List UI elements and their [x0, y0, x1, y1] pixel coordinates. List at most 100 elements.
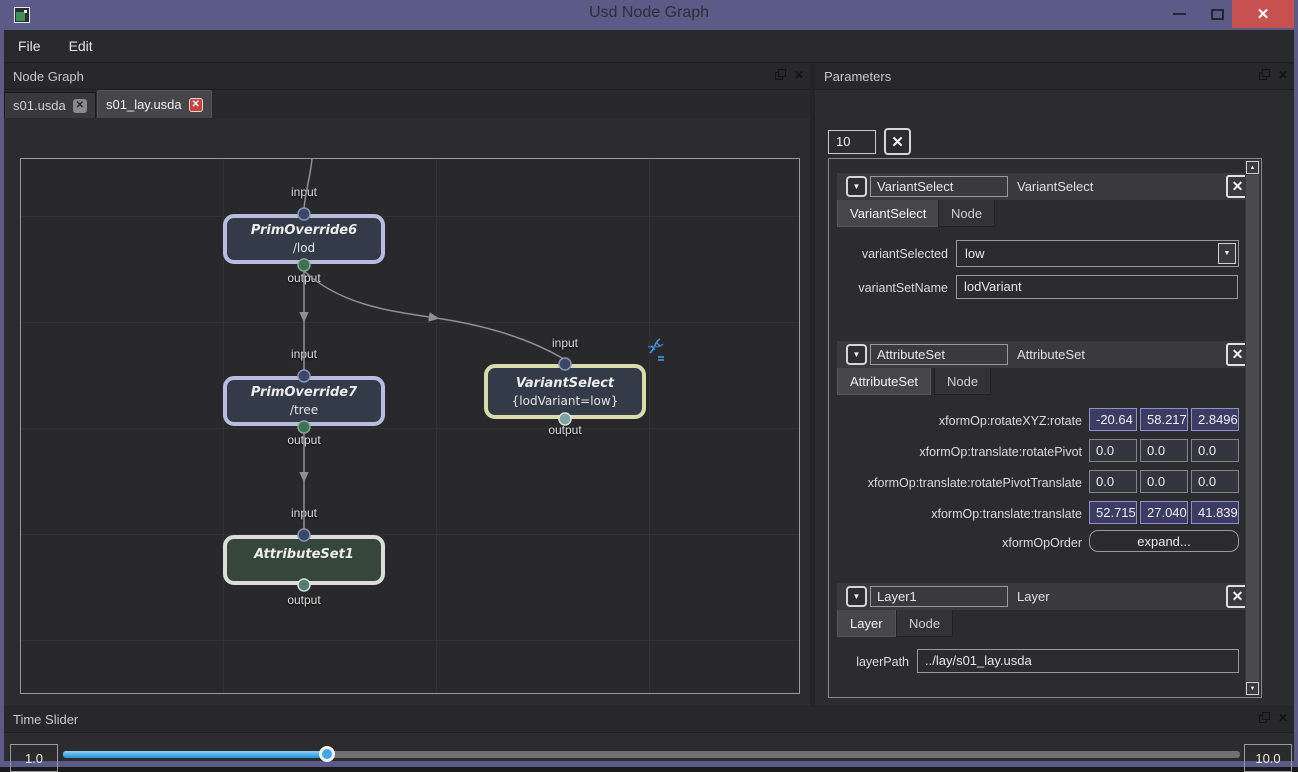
translate-x-input[interactable]: 52.715 — [1089, 501, 1137, 524]
collapse-arrow-icon[interactable]: ▼ — [846, 586, 867, 607]
node-subtitle: /lod — [292, 241, 316, 255]
tab-close-icon[interactable]: ✕ — [72, 98, 87, 113]
collapse-arrow-icon[interactable]: ▼ — [846, 176, 867, 197]
group-name-input[interactable]: AttributeSet — [870, 344, 1008, 365]
tab-layer[interactable]: Layer — [837, 610, 896, 637]
time-slider-dock-title-text: Time Slider — [13, 712, 79, 727]
tab-s01-lay-usda[interactable]: s01_lay.usda ✕ — [97, 90, 212, 118]
node-title: AttributeSet1 — [254, 547, 354, 562]
parameters-dock: Parameters ✕ 10 ✕ ▼ VariantSelect Varian… — [815, 64, 1294, 706]
node-title: PrimOverride6 — [250, 223, 358, 238]
node-title: PrimOverride7 — [250, 385, 358, 400]
node-graph-dock-title-text: Node Graph — [13, 69, 84, 84]
close-button[interactable]: ✕ — [1232, 0, 1294, 28]
menu-file[interactable]: File — [4, 30, 55, 63]
translate-y-input[interactable]: 27.040 — [1140, 501, 1188, 524]
tab-label: s01.usda — [13, 98, 66, 113]
vertical-scrollbar[interactable]: ▲ ▼ — [1245, 160, 1260, 696]
group-name-input[interactable]: VariantSelect — [870, 176, 1008, 197]
clear-filter-button[interactable]: ✕ — [884, 128, 911, 155]
group-name-input[interactable]: Layer1 — [870, 586, 1008, 607]
rotate-y-input[interactable]: 58.217 — [1140, 408, 1188, 431]
rotatepivottranslate-z-input[interactable]: 0.0 — [1191, 470, 1239, 493]
variantselected-combobox[interactable]: low ▼ — [956, 240, 1239, 267]
expand-button[interactable]: expand... — [1089, 530, 1239, 552]
rotate-z-input[interactable]: 2.8496 — [1191, 408, 1239, 431]
variantsetname-input[interactable]: lodVariant — [956, 275, 1238, 299]
rotatepivot-x-input[interactable]: 0.0 — [1089, 439, 1137, 462]
tab-node[interactable]: Node — [896, 610, 954, 637]
tab-attributeset[interactable]: AttributeSet — [837, 368, 931, 395]
port-label-output: output — [287, 271, 321, 285]
port-label-output: output — [287, 593, 321, 607]
group-type-label: Layer — [1017, 589, 1050, 604]
node-subtitle: {lodVariant=low} — [511, 393, 619, 408]
node-graph-canvas[interactable]: input output input output input output i… — [20, 158, 800, 694]
menu-edit[interactable]: Edit — [55, 30, 107, 63]
menu-bar: File Edit — [4, 30, 1294, 63]
param-label-variantsetname: variantSetName — [858, 281, 948, 295]
close-dock-icon[interactable]: ✕ — [794, 69, 804, 81]
node-primoverride7[interactable]: PrimOverride7 /tree — [223, 376, 385, 426]
parameters-dock-title: Parameters ✕ — [815, 64, 1294, 90]
scroll-down-icon[interactable]: ▼ — [1246, 682, 1259, 695]
tab-node[interactable]: Node — [938, 200, 996, 227]
layerpath-input[interactable]: ../lay/s01_lay.usda — [917, 649, 1239, 673]
window-content: File Edit Node Graph ✕ s01.usda ✕ s01_la… — [4, 30, 1294, 772]
rotatepivot-y-input[interactable]: 0.0 — [1140, 439, 1188, 462]
group-header-attributeset: ▼ AttributeSet AttributeSet ✕ — [837, 341, 1255, 368]
tab-variantselect[interactable]: VariantSelect — [837, 200, 940, 227]
minimize-button[interactable] — [1160, 0, 1198, 28]
tab-label: Layer — [850, 615, 883, 631]
scrollbar-handle[interactable] — [1246, 175, 1259, 681]
node-title: VariantSelect — [515, 375, 615, 391]
tab-node[interactable]: Node — [934, 368, 992, 395]
group-header-layer: ▼ Layer1 Layer ✕ — [837, 583, 1255, 610]
node-attributeset1[interactable]: AttributeSet1 — [223, 535, 385, 585]
tab-label: VariantSelect — [850, 205, 927, 221]
float-dock-icon[interactable] — [1258, 712, 1270, 723]
param-label-layerpath: layerPath — [856, 655, 909, 669]
time-slider-dock: Time Slider ✕ 1.0 10.0 — [4, 707, 1294, 772]
rotatepivot-z-input[interactable]: 0.0 — [1191, 439, 1239, 462]
close-dock-icon[interactable]: ✕ — [1278, 69, 1288, 81]
minimize-icon — [1172, 13, 1186, 15]
tab-label: Node — [947, 373, 979, 389]
title-bar: Usd Node Graph ✕ — [0, 0, 1298, 30]
wire-top-in — [303, 159, 313, 210]
window-title: Usd Node Graph — [588, 4, 710, 21]
param-label-rotatepivottranslate: xformOp:translate:rotatePivotTranslate — [867, 476, 1082, 490]
rotatepivottranslate-x-input[interactable]: 0.0 — [1089, 470, 1137, 493]
float-dock-icon[interactable] — [774, 69, 786, 80]
close-icon: ✕ — [891, 133, 904, 151]
time-slider-handle[interactable] — [319, 746, 335, 762]
port-label-output: output — [287, 433, 321, 447]
rotatepivottranslate-y-input[interactable]: 0.0 — [1140, 470, 1188, 493]
param-label-translate: xformOp:translate:translate — [931, 507, 1082, 521]
time-end-field[interactable]: 10.0 — [1244, 744, 1292, 772]
tab-s01-usda[interactable]: s01.usda ✕ — [4, 92, 96, 118]
param-label-rotate: xformOp:rotateXYZ:rotate — [938, 414, 1082, 428]
tab-close-icon[interactable]: ✕ — [188, 97, 203, 112]
time-slider-track[interactable] — [63, 746, 1240, 762]
rotate-x-input[interactable]: -20.64 — [1089, 408, 1137, 431]
translate-z-input[interactable]: 41.839 — [1191, 501, 1239, 524]
port-label-input: input — [290, 347, 318, 361]
close-dock-icon[interactable]: ✕ — [1278, 712, 1288, 724]
time-start-field[interactable]: 1.0 — [10, 744, 58, 772]
combobox-value: low — [965, 246, 985, 261]
scroll-up-icon[interactable]: ▲ — [1246, 161, 1259, 174]
parameters-scroll-area: ▼ VariantSelect VariantSelect ✕ VariantS… — [828, 158, 1262, 698]
node-graph-dock: Node Graph ✕ s01.usda ✕ s01_lay.usda ✕ i… — [4, 64, 810, 706]
port-label-input: input — [290, 506, 318, 520]
float-dock-icon[interactable] — [1258, 69, 1270, 80]
node-primoverride6[interactable]: PrimOverride6 /lod — [223, 214, 385, 264]
close-icon: ✕ — [1231, 346, 1244, 362]
param-label-variantselected: variantSelected — [861, 247, 948, 261]
collapse-arrow-icon[interactable]: ▼ — [846, 344, 867, 365]
maximize-icon — [1210, 8, 1224, 20]
node-variantselect[interactable]: VariantSelect {lodVariant=low} — [484, 364, 646, 419]
filter-input[interactable]: 10 — [828, 130, 876, 154]
maximize-button[interactable] — [1198, 0, 1236, 28]
chevron-down-icon[interactable]: ▼ — [1218, 243, 1236, 264]
